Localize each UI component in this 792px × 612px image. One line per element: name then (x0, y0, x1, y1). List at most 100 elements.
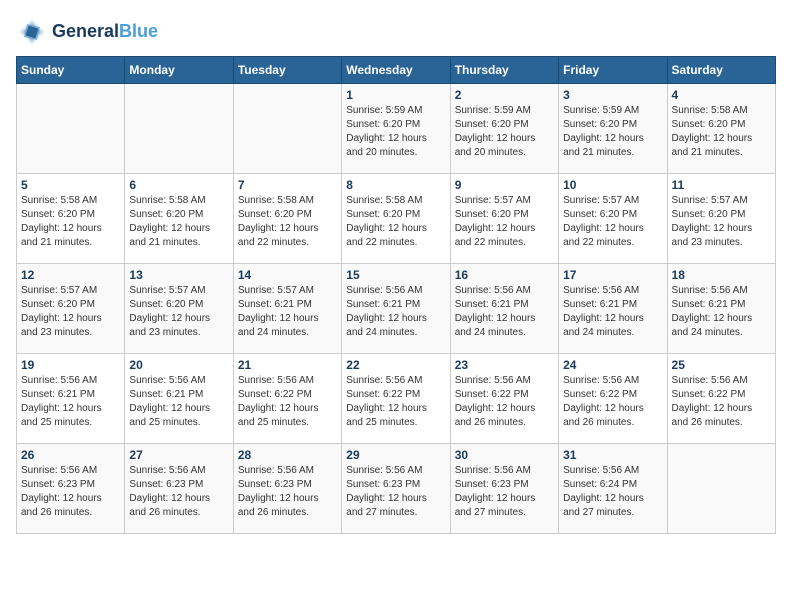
page-header: GeneralBlue (16, 16, 776, 48)
calendar-week-row: 26 Sunrise: 5:56 AM Sunset: 6:23 PM Dayli… (17, 444, 776, 534)
calendar-day-cell: 11 Sunrise: 5:57 AM Sunset: 6:20 PM Dayli… (667, 174, 775, 264)
day-info: Sunrise: 5:58 AM Sunset: 6:20 PM Dayligh… (21, 194, 120, 250)
day-info: Sunrise: 5:59 AM Sunset: 6:20 PM Dayligh… (455, 104, 554, 160)
day-number: 1 (346, 88, 445, 102)
day-number: 2 (455, 88, 554, 102)
calendar-day-cell: 25 Sunrise: 5:56 AM Sunset: 6:22 PM Dayli… (667, 354, 775, 444)
calendar-day-cell: 3 Sunrise: 5:59 AM Sunset: 6:20 PM Daylig… (559, 84, 667, 174)
calendar-day-cell: 6 Sunrise: 5:58 AM Sunset: 6:20 PM Daylig… (125, 174, 233, 264)
day-info: Sunrise: 5:57 AM Sunset: 6:20 PM Dayligh… (563, 194, 662, 250)
calendar-week-row: 12 Sunrise: 5:57 AM Sunset: 6:20 PM Dayli… (17, 264, 776, 354)
weekday-header-cell: Friday (559, 57, 667, 84)
logo-icon (16, 16, 48, 48)
calendar-day-cell: 14 Sunrise: 5:57 AM Sunset: 6:21 PM Dayli… (233, 264, 341, 354)
calendar-day-cell: 12 Sunrise: 5:57 AM Sunset: 6:20 PM Dayli… (17, 264, 125, 354)
weekday-header-cell: Tuesday (233, 57, 341, 84)
day-number: 8 (346, 178, 445, 192)
calendar-day-cell: 20Sunrise: 5:56 AM Sunset: 6:21 PM Dayli… (125, 354, 233, 444)
day-number: 7 (238, 178, 337, 192)
weekday-header-cell: Monday (125, 57, 233, 84)
logo: GeneralBlue (16, 16, 158, 48)
calendar-day-cell: 8 Sunrise: 5:58 AM Sunset: 6:20 PM Daylig… (342, 174, 450, 264)
day-number: 6 (129, 178, 228, 192)
day-number: 12 (21, 268, 120, 282)
day-info: Sunrise: 5:57 AM Sunset: 6:20 PM Dayligh… (129, 284, 228, 340)
logo-text: GeneralBlue (52, 22, 158, 42)
calendar-day-cell: 31 Sunrise: 5:56 AM Sunset: 6:24 PM Dayli… (559, 444, 667, 534)
calendar-day-cell (233, 84, 341, 174)
day-info: Sunrise: 5:56 AM Sunset: 6:22 PM Dayligh… (455, 374, 554, 430)
day-info: Sunrise: 5:56 AM Sunset: 6:23 PM Dayligh… (346, 464, 445, 520)
weekday-header-cell: Saturday (667, 57, 775, 84)
day-info: Sunrise: 5:56 AM Sunset: 6:22 PM Dayligh… (238, 374, 337, 430)
day-info: Sunrise: 5:57 AM Sunset: 6:20 PM Dayligh… (672, 194, 771, 250)
calendar-day-cell: 24 Sunrise: 5:56 AM Sunset: 6:22 PM Dayli… (559, 354, 667, 444)
day-number: 20 (129, 358, 228, 372)
day-number: 13 (129, 268, 228, 282)
day-info: Sunrise: 5:56 AM Sunset: 6:22 PM Dayligh… (563, 374, 662, 430)
day-info: Sunrise: 5:57 AM Sunset: 6:20 PM Dayligh… (455, 194, 554, 250)
calendar-day-cell: 22 Sunrise: 5:56 AM Sunset: 6:22 PM Dayli… (342, 354, 450, 444)
calendar-day-cell: 28Sunrise: 5:56 AM Sunset: 6:23 PM Dayli… (233, 444, 341, 534)
calendar-day-cell: 2 Sunrise: 5:59 AM Sunset: 6:20 PM Daylig… (450, 84, 558, 174)
weekday-header-cell: Thursday (450, 57, 558, 84)
day-info: Sunrise: 5:56 AM Sunset: 6:21 PM Dayligh… (21, 374, 120, 430)
calendar-day-cell: 13 Sunrise: 5:57 AM Sunset: 6:20 PM Dayli… (125, 264, 233, 354)
day-number: 9 (455, 178, 554, 192)
day-info: Sunrise: 5:58 AM Sunset: 6:20 PM Dayligh… (346, 194, 445, 250)
calendar-day-cell: 19 Sunrise: 5:56 AM Sunset: 6:21 PM Dayli… (17, 354, 125, 444)
calendar-day-cell: 18Sunrise: 5:56 AM Sunset: 6:21 PM Dayli… (667, 264, 775, 354)
day-info: Sunrise: 5:56 AM Sunset: 6:22 PM Dayligh… (346, 374, 445, 430)
day-info: Sunrise: 5:56 AM Sunset: 6:21 PM Dayligh… (346, 284, 445, 340)
day-number: 21 (238, 358, 337, 372)
calendar-day-cell (667, 444, 775, 534)
calendar-day-cell: 7Sunrise: 5:58 AM Sunset: 6:20 PM Daylig… (233, 174, 341, 264)
day-info: Sunrise: 5:56 AM Sunset: 6:24 PM Dayligh… (563, 464, 662, 520)
calendar-day-cell: 23 Sunrise: 5:56 AM Sunset: 6:22 PM Dayli… (450, 354, 558, 444)
day-info: Sunrise: 5:59 AM Sunset: 6:20 PM Dayligh… (563, 104, 662, 160)
calendar-day-cell: 4Sunrise: 5:58 AM Sunset: 6:20 PM Daylig… (667, 84, 775, 174)
day-number: 26 (21, 448, 120, 462)
calendar-day-cell: 27Sunrise: 5:56 AM Sunset: 6:23 PM Dayli… (125, 444, 233, 534)
day-number: 14 (238, 268, 337, 282)
day-info: Sunrise: 5:56 AM Sunset: 6:22 PM Dayligh… (672, 374, 771, 430)
day-number: 25 (672, 358, 771, 372)
day-number: 23 (455, 358, 554, 372)
calendar-day-cell (17, 84, 125, 174)
day-info: Sunrise: 5:57 AM Sunset: 6:20 PM Dayligh… (21, 284, 120, 340)
day-info: Sunrise: 5:56 AM Sunset: 6:21 PM Dayligh… (672, 284, 771, 340)
calendar-day-cell: 17 Sunrise: 5:56 AM Sunset: 6:21 PM Dayli… (559, 264, 667, 354)
calendar-body: 1 Sunrise: 5:59 AM Sunset: 6:20 PM Daylig… (17, 84, 776, 534)
day-info: Sunrise: 5:56 AM Sunset: 6:21 PM Dayligh… (563, 284, 662, 340)
calendar-week-row: 5 Sunrise: 5:58 AM Sunset: 6:20 PM Daylig… (17, 174, 776, 264)
day-number: 5 (21, 178, 120, 192)
calendar-day-cell: 10Sunrise: 5:57 AM Sunset: 6:20 PM Dayli… (559, 174, 667, 264)
day-info: Sunrise: 5:57 AM Sunset: 6:21 PM Dayligh… (238, 284, 337, 340)
day-number: 22 (346, 358, 445, 372)
calendar-day-cell: 9 Sunrise: 5:57 AM Sunset: 6:20 PM Daylig… (450, 174, 558, 264)
weekday-header-row: SundayMondayTuesdayWednesdayThursdayFrid… (17, 57, 776, 84)
calendar-day-cell (125, 84, 233, 174)
day-number: 17 (563, 268, 662, 282)
calendar-table: SundayMondayTuesdayWednesdayThursdayFrid… (16, 56, 776, 534)
calendar-day-cell: 1 Sunrise: 5:59 AM Sunset: 6:20 PM Daylig… (342, 84, 450, 174)
day-number: 28 (238, 448, 337, 462)
weekday-header-cell: Wednesday (342, 57, 450, 84)
day-number: 3 (563, 88, 662, 102)
calendar-day-cell: 29 Sunrise: 5:56 AM Sunset: 6:23 PM Dayli… (342, 444, 450, 534)
day-number: 29 (346, 448, 445, 462)
day-number: 15 (346, 268, 445, 282)
day-info: Sunrise: 5:58 AM Sunset: 6:20 PM Dayligh… (129, 194, 228, 250)
day-info: Sunrise: 5:59 AM Sunset: 6:20 PM Dayligh… (346, 104, 445, 160)
day-number: 30 (455, 448, 554, 462)
day-number: 24 (563, 358, 662, 372)
day-info: Sunrise: 5:56 AM Sunset: 6:21 PM Dayligh… (455, 284, 554, 340)
day-info: Sunrise: 5:56 AM Sunset: 6:23 PM Dayligh… (21, 464, 120, 520)
day-number: 11 (672, 178, 771, 192)
calendar-day-cell: 5 Sunrise: 5:58 AM Sunset: 6:20 PM Daylig… (17, 174, 125, 264)
calendar-day-cell: 21 Sunrise: 5:56 AM Sunset: 6:22 PM Dayli… (233, 354, 341, 444)
day-number: 31 (563, 448, 662, 462)
day-number: 19 (21, 358, 120, 372)
day-number: 16 (455, 268, 554, 282)
calendar-day-cell: 16 Sunrise: 5:56 AM Sunset: 6:21 PM Dayli… (450, 264, 558, 354)
